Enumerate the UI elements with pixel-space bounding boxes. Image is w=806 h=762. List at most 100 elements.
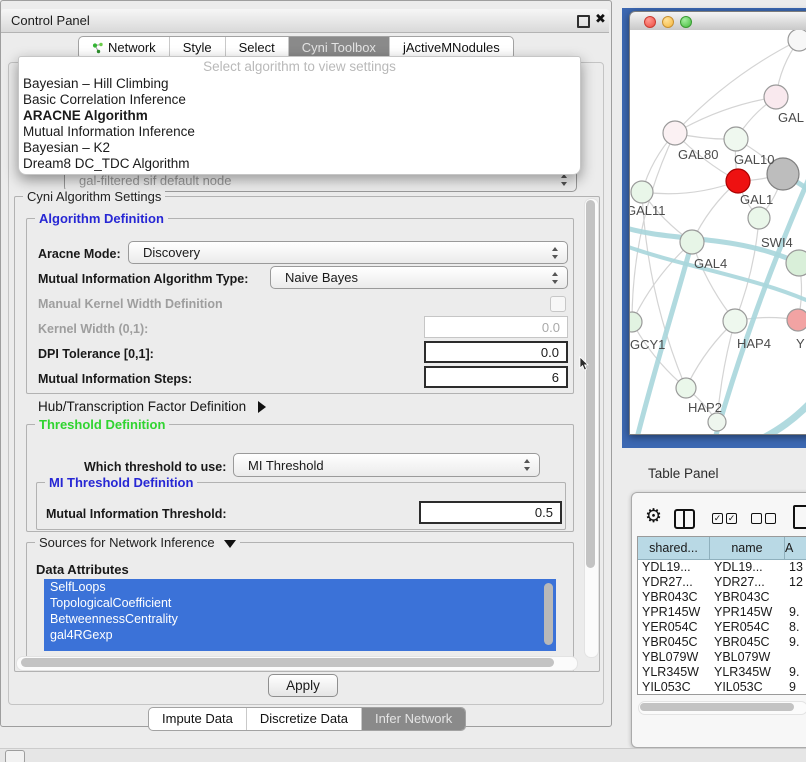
select-all-checkbox-icon[interactable]: ✓ (712, 513, 723, 524)
table-cell: 9 (785, 680, 806, 695)
sources-group-title[interactable]: Sources for Network Inference (35, 535, 240, 550)
network-node-hap2[interactable] (676, 378, 696, 398)
close-traffic-light-icon[interactable] (644, 16, 656, 28)
network-icon (92, 42, 104, 54)
which-threshold-value: MI Threshold (248, 458, 324, 473)
tab-infer-network[interactable]: Infer Network (361, 708, 465, 730)
table-row[interactable]: YIL053CYIL053C9 (638, 680, 806, 695)
network-node-gcy1[interactable] (630, 312, 642, 332)
network-node-gal10[interactable] (724, 127, 748, 151)
hub-definition-label: Hub/Transcription Factor Definition (38, 399, 246, 414)
restore-panel-button[interactable] (5, 750, 25, 762)
network-edge-highlighted[interactable] (746, 390, 806, 434)
algorithm-dropdown-prompt: Select algorithm to view settings (19, 57, 580, 76)
tab-label: Infer Network (375, 708, 452, 730)
settings-horizontal-scrollbar-thumb[interactable] (21, 658, 554, 667)
table-cell: YBR045C (710, 635, 785, 650)
network-graph: GALGAL80GAL10GAL1GAL11SWI4GAL4GCY1HAP4YH… (630, 30, 806, 434)
hub-definition-expander[interactable]: Hub/Transcription Factor Definition (38, 399, 266, 414)
deselect-all-checkbox-icon[interactable] (765, 513, 776, 524)
sources-title-text: Sources for Network Inference (39, 535, 215, 550)
aracne-mode-combobox[interactable]: Discovery (128, 241, 568, 264)
minimize-traffic-light-icon[interactable] (662, 16, 674, 28)
network-node-gal80[interactable] (663, 121, 687, 145)
manual-kernel-width-checkbox[interactable] (550, 296, 566, 312)
algorithm-option-bayesian-hill-climbing[interactable]: Bayesian – Hill Climbing (19, 76, 580, 92)
attribute-item-selfloops[interactable]: SelfLoops (44, 579, 556, 595)
network-node-gal[interactable] (764, 85, 788, 109)
tab-impute-data[interactable]: Impute Data (149, 708, 246, 730)
which-threshold-combobox[interactable]: MI Threshold (233, 453, 540, 477)
column-header-name[interactable]: name (710, 537, 785, 559)
dpi-tolerance-value: 0.0 (541, 345, 559, 360)
cyni-toolbox-tabbar: Impute Data Discretize Data Infer Network (148, 707, 466, 731)
mi-steps-input[interactable]: 6 (424, 366, 568, 388)
mi-threshold-input[interactable]: 0.5 (419, 501, 562, 524)
network-node[interactable] (788, 30, 806, 51)
attribute-item-topologicalcoefficient[interactable]: TopologicalCoefficient (44, 595, 556, 611)
algorithm-option-aracne-algorithm[interactable]: ARACNE Algorithm (19, 108, 580, 124)
gear-icon[interactable]: ⚙ (645, 507, 662, 526)
deselect-all-checkbox-icon[interactable] (751, 513, 762, 524)
table-row[interactable]: YLR345WYLR345W9. (638, 665, 806, 680)
table-row[interactable]: YBR045CYBR045C9. (638, 635, 806, 650)
table-row[interactable]: YDL19...YDL19...13 (638, 560, 806, 575)
expand-right-icon (258, 401, 266, 413)
network-edge[interactable] (642, 181, 738, 194)
network-node-gal1[interactable] (726, 169, 750, 193)
network-edge[interactable] (735, 218, 759, 321)
network-edge[interactable] (632, 133, 675, 322)
column-header-shared[interactable]: shared... (638, 537, 710, 559)
table-cell: 9. (785, 605, 806, 620)
network-node-label-gal4: GAL4 (694, 256, 727, 271)
apply-button[interactable]: Apply (268, 674, 338, 697)
mi-steps-label: Mutual Information Steps: (38, 372, 192, 386)
network-node-gal11[interactable] (631, 181, 653, 203)
table-row[interactable]: YPR145WYPR145W9. (638, 605, 806, 620)
dpi-tolerance-input[interactable]: 0.0 (424, 341, 568, 363)
split-table-icon[interactable] (674, 509, 695, 529)
tab-label: Discretize Data (260, 708, 348, 730)
tab-discretize-data[interactable]: Discretize Data (246, 708, 361, 730)
algorithm-option-basic-correlation-inference[interactable]: Basic Correlation Inference (19, 92, 580, 108)
algorithm-list: Bayesian – Hill ClimbingBasic Correlatio… (19, 76, 580, 173)
table-cell: YBR045C (638, 635, 710, 650)
network-node-hap4[interactable] (723, 309, 747, 333)
attribute-item-betweennesscentrality[interactable]: BetweennessCentrality (44, 611, 556, 627)
table-horizontal-scrollbar-thumb[interactable] (640, 703, 794, 711)
network-edge[interactable] (675, 97, 776, 133)
node-table: shared...nameA YDL19...YDL19...13YDR27..… (637, 536, 806, 695)
mi-algorithm-type-combobox[interactable]: Naive Bayes (270, 266, 568, 289)
table-row[interactable]: YDR27...YDR27...12 (638, 575, 806, 590)
network-window-titlebar[interactable] (630, 12, 806, 31)
network-canvas[interactable]: GALGAL80GAL10GAL1GAL11SWI4GAL4GCY1HAP4YH… (630, 30, 806, 434)
algorithm-option-dream8-dc-tdc-algorithm[interactable]: Dream8 DC_TDC Algorithm (19, 156, 580, 172)
kernel-width-input[interactable]: 0.0 (424, 316, 568, 338)
attribute-item-partial[interactable] (44, 643, 556, 651)
table-row[interactable]: YBR043CYBR043C (638, 590, 806, 605)
network-node[interactable] (748, 207, 770, 229)
algorithm-option-mutual-information-inference[interactable]: Mutual Information Inference (19, 124, 580, 140)
network-node-y[interactable] (787, 309, 806, 331)
table-row[interactable]: YBL079WYBL079W (638, 650, 806, 665)
mi-steps-value: 6 (552, 370, 559, 385)
cyni-algorithm-settings-title: Cyni Algorithm Settings (23, 189, 165, 204)
aracne-mode-label: Aracne Mode: (38, 247, 121, 261)
close-icon[interactable]: ✖ (595, 11, 606, 27)
network-node-gal4[interactable] (680, 230, 704, 254)
network-edge[interactable] (692, 242, 735, 321)
settings-vertical-scrollbar-thumb[interactable] (586, 200, 595, 568)
data-attributes-label: Data Attributes (36, 562, 129, 577)
algorithm-option-bayesian-k2[interactable]: Bayesian – K2 (19, 140, 580, 156)
attribute-list-scrollbar-thumb[interactable] (544, 583, 553, 645)
document-icon[interactable] (793, 505, 806, 529)
attribute-item-gal4rgexp[interactable]: gal4RGexp (44, 627, 556, 643)
float-window-icon[interactable] (577, 15, 590, 28)
column-header-a[interactable]: A (785, 537, 806, 559)
network-node-swi4[interactable] (786, 250, 806, 276)
aracne-mode-value: Discovery (143, 245, 200, 260)
zoom-traffic-light-icon[interactable] (680, 16, 692, 28)
table-row[interactable]: YER054CYER054C8. (638, 620, 806, 635)
select-all-checkbox-icon[interactable]: ✓ (726, 513, 737, 524)
network-node[interactable] (708, 413, 726, 431)
